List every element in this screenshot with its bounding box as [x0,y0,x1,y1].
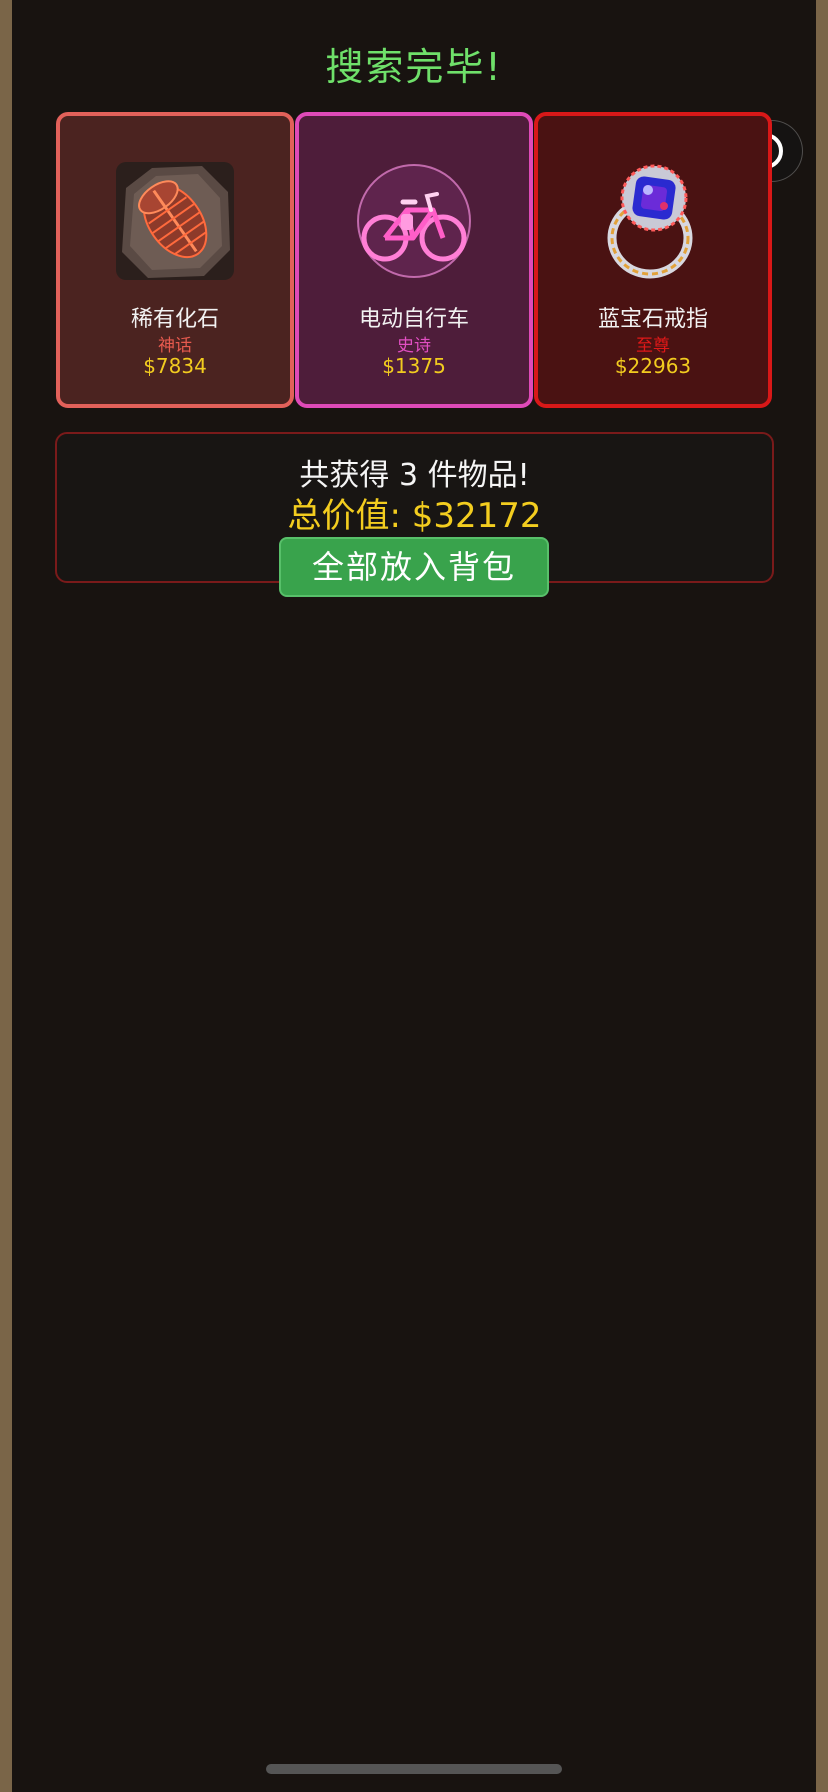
item-rarity: 至尊 [636,336,670,356]
item-price: $1375 [382,354,446,378]
trilobite-fossil-icon [116,162,234,280]
item-rarity: 神话 [158,336,192,356]
home-indicator[interactable] [266,1764,562,1774]
item-name: 蓝宝石戒指 [597,307,708,332]
item-card-ebike[interactable]: 电动自行车 史诗 $1375 [295,112,533,408]
total-value-text: 总价值: $32172 [287,496,542,536]
store-all-button[interactable]: 全部放入背包 [279,537,549,597]
item-name: 电动自行车 [358,307,469,332]
search-complete-title: 搜索完毕! [325,45,503,89]
item-card-fossil[interactable]: 稀有化石 神话 $7834 [56,112,294,408]
item-price: $22963 [614,354,692,378]
item-card-sapphire-ring[interactable]: 蓝宝石戒指 至尊 $22963 [534,112,772,408]
sapphire-ring-icon [607,164,693,279]
electric-bicycle-icon [357,164,471,278]
item-name: 稀有化石 [130,307,219,332]
item-rarity: 史诗 [397,336,431,356]
item-price: $7834 [143,354,207,378]
